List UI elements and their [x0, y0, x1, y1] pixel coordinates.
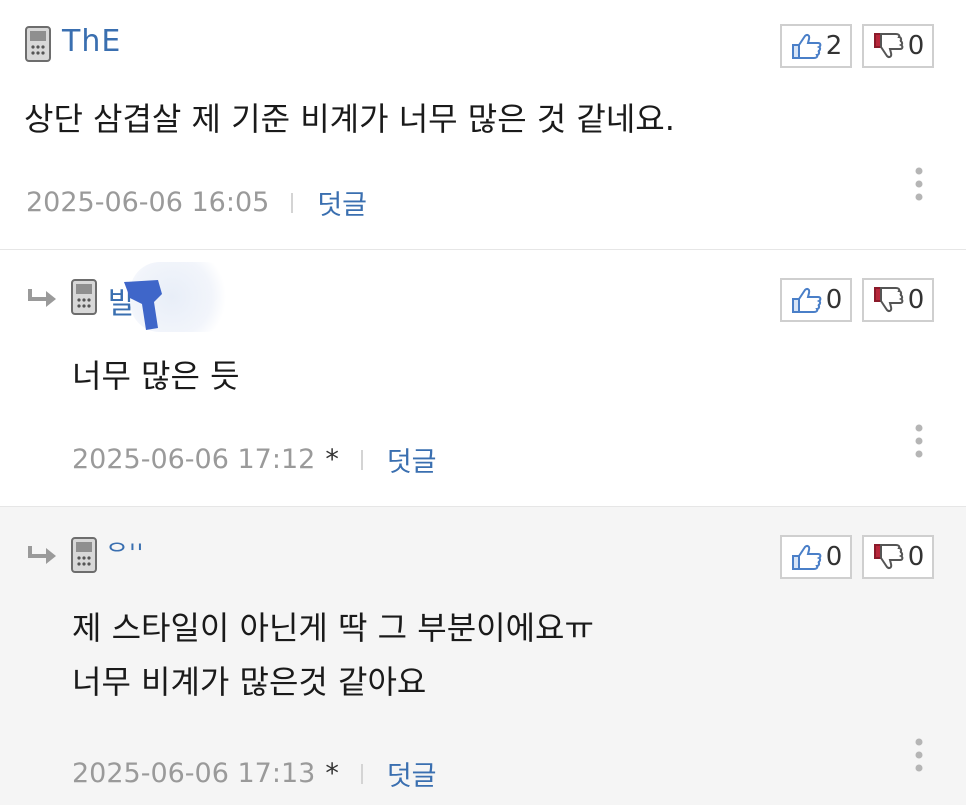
comment-line: 제 스타일이 아닌게 딱 그 부분이에요ㅠ	[72, 609, 594, 647]
thumbs-up-icon	[791, 34, 822, 59]
dislike-button[interactable]: 0	[862, 24, 934, 68]
comment-line: 너무 비계가 많은것 같아요	[72, 663, 427, 701]
comment-meta: 2025-06-06 17:13 * 덧글	[72, 754, 437, 793]
reply-link[interactable]: 덧글	[387, 440, 437, 479]
dislike-button[interactable]: 0	[862, 278, 934, 322]
redaction-mark	[124, 280, 162, 330]
dislike-button[interactable]: 0	[862, 535, 934, 579]
reply-comment-item: 뱔 0 0 너무 많은 듯 2025-06-06 17:12 * 덧글	[0, 250, 966, 507]
phone-icon	[71, 537, 97, 573]
reply-link[interactable]: 덧글	[387, 754, 437, 793]
like-button[interactable]: 0	[780, 278, 852, 322]
more-vertical-icon[interactable]	[914, 738, 924, 772]
like-count: 0	[825, 542, 843, 572]
like-button[interactable]: 0	[780, 535, 852, 579]
like-count: 2	[825, 31, 843, 61]
comment-line: 상단 삼겹살 제 기준 비계가 너무 많은 것 같네요.	[24, 100, 675, 138]
divider	[360, 763, 363, 784]
edited-mark: *	[325, 444, 339, 475]
dislike-count: 0	[907, 285, 925, 315]
timestamp: 2025-06-06 17:12	[72, 444, 316, 475]
dislike-count: 0	[907, 31, 925, 61]
like-button[interactable]: 2	[780, 24, 852, 68]
thumbs-down-icon	[873, 33, 904, 58]
comment-item: ThE 2 0 상단 삼겹살 제 기준 비계가 너무 많은 것 같네요. 202…	[0, 0, 966, 250]
timestamp: 2025-06-06 17:13	[72, 758, 316, 789]
reply-arrow-icon	[28, 289, 56, 307]
reply-link[interactable]: 덧글	[317, 183, 367, 222]
thumbs-down-icon	[873, 287, 904, 312]
comment-text: 상단 삼겹살 제 기준 비계가 너무 많은 것 같네요.	[24, 92, 675, 146]
phone-icon	[25, 26, 51, 62]
divider	[360, 449, 363, 470]
comment-meta: 2025-06-06 16:05 덧글	[26, 183, 367, 222]
dislike-count: 0	[907, 542, 925, 572]
phone-icon	[71, 279, 97, 315]
thumbs-up-icon	[791, 545, 822, 570]
thumbs-down-icon	[873, 544, 904, 569]
reply-comment-item: ᄋ'' 0 0 제 스타일이 아닌게 딱 그 부분이에요ㅠ 너무 비계가 많은것…	[0, 507, 966, 805]
like-count: 0	[825, 285, 843, 315]
edited-mark: *	[325, 758, 339, 789]
thumbs-up-icon	[791, 288, 822, 313]
author-nickname[interactable]: ThE	[62, 24, 121, 59]
comment-line: 너무 많은 듯	[72, 357, 240, 395]
author-nickname[interactable]: ᄋ''	[106, 533, 144, 568]
divider	[291, 192, 294, 213]
more-vertical-icon[interactable]	[914, 167, 924, 201]
comment-meta: 2025-06-06 17:12 * 덧글	[72, 440, 437, 479]
more-vertical-icon[interactable]	[914, 424, 924, 458]
reply-arrow-icon	[28, 546, 56, 564]
timestamp: 2025-06-06 16:05	[26, 187, 270, 218]
comment-text: 너무 많은 듯	[72, 349, 240, 403]
comment-text: 제 스타일이 아닌게 딱 그 부분이에요ㅠ 너무 비계가 많은것 같아요	[72, 601, 594, 709]
